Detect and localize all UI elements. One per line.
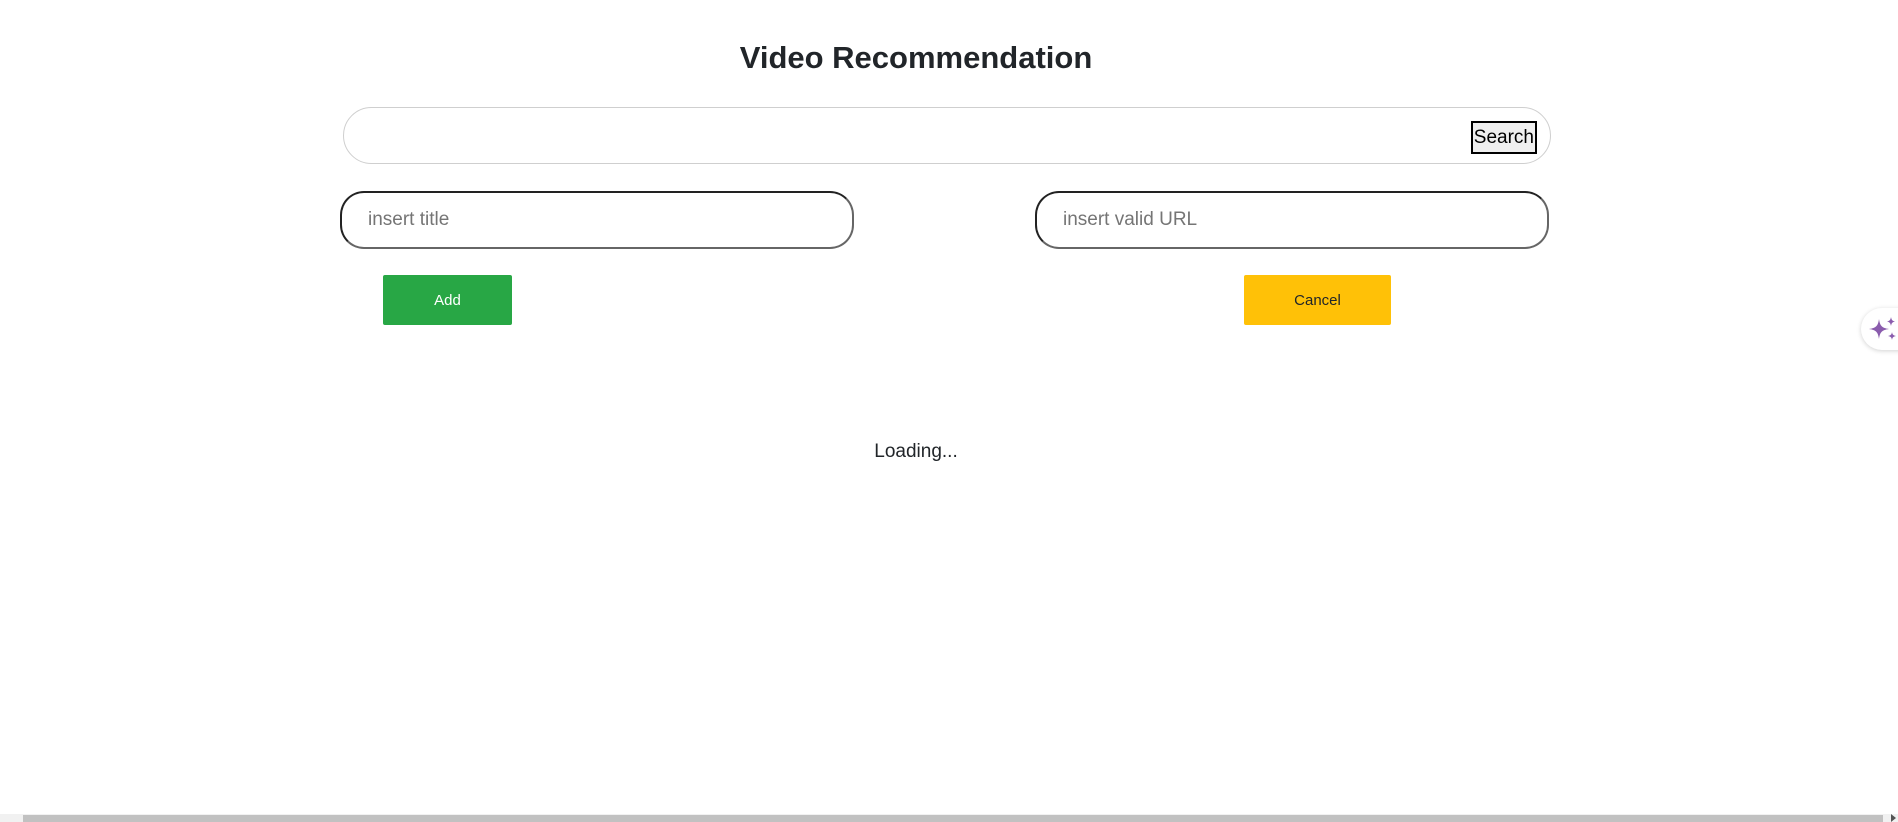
url-input[interactable] [1035,191,1549,249]
horizontal-scrollbar[interactable] [0,814,1898,822]
loading-status: Loading... [874,441,958,462]
assistant-button[interactable] [1861,308,1898,350]
sparkle-icon [1869,317,1896,340]
search-bar: Search [343,107,1551,164]
scrollbar-thumb[interactable] [23,815,1883,822]
page-title: Video Recommendation [739,40,1093,75]
search-button[interactable]: Search [1470,121,1537,154]
cancel-button[interactable]: Cancel [1244,275,1391,325]
add-button[interactable]: Add [383,275,512,325]
scroll-right-arrow-icon[interactable] [1891,814,1896,822]
title-input[interactable] [340,191,854,249]
page: Video Recommendation Search Add Cancel L… [0,0,1898,822]
search-input[interactable] [364,116,1488,158]
